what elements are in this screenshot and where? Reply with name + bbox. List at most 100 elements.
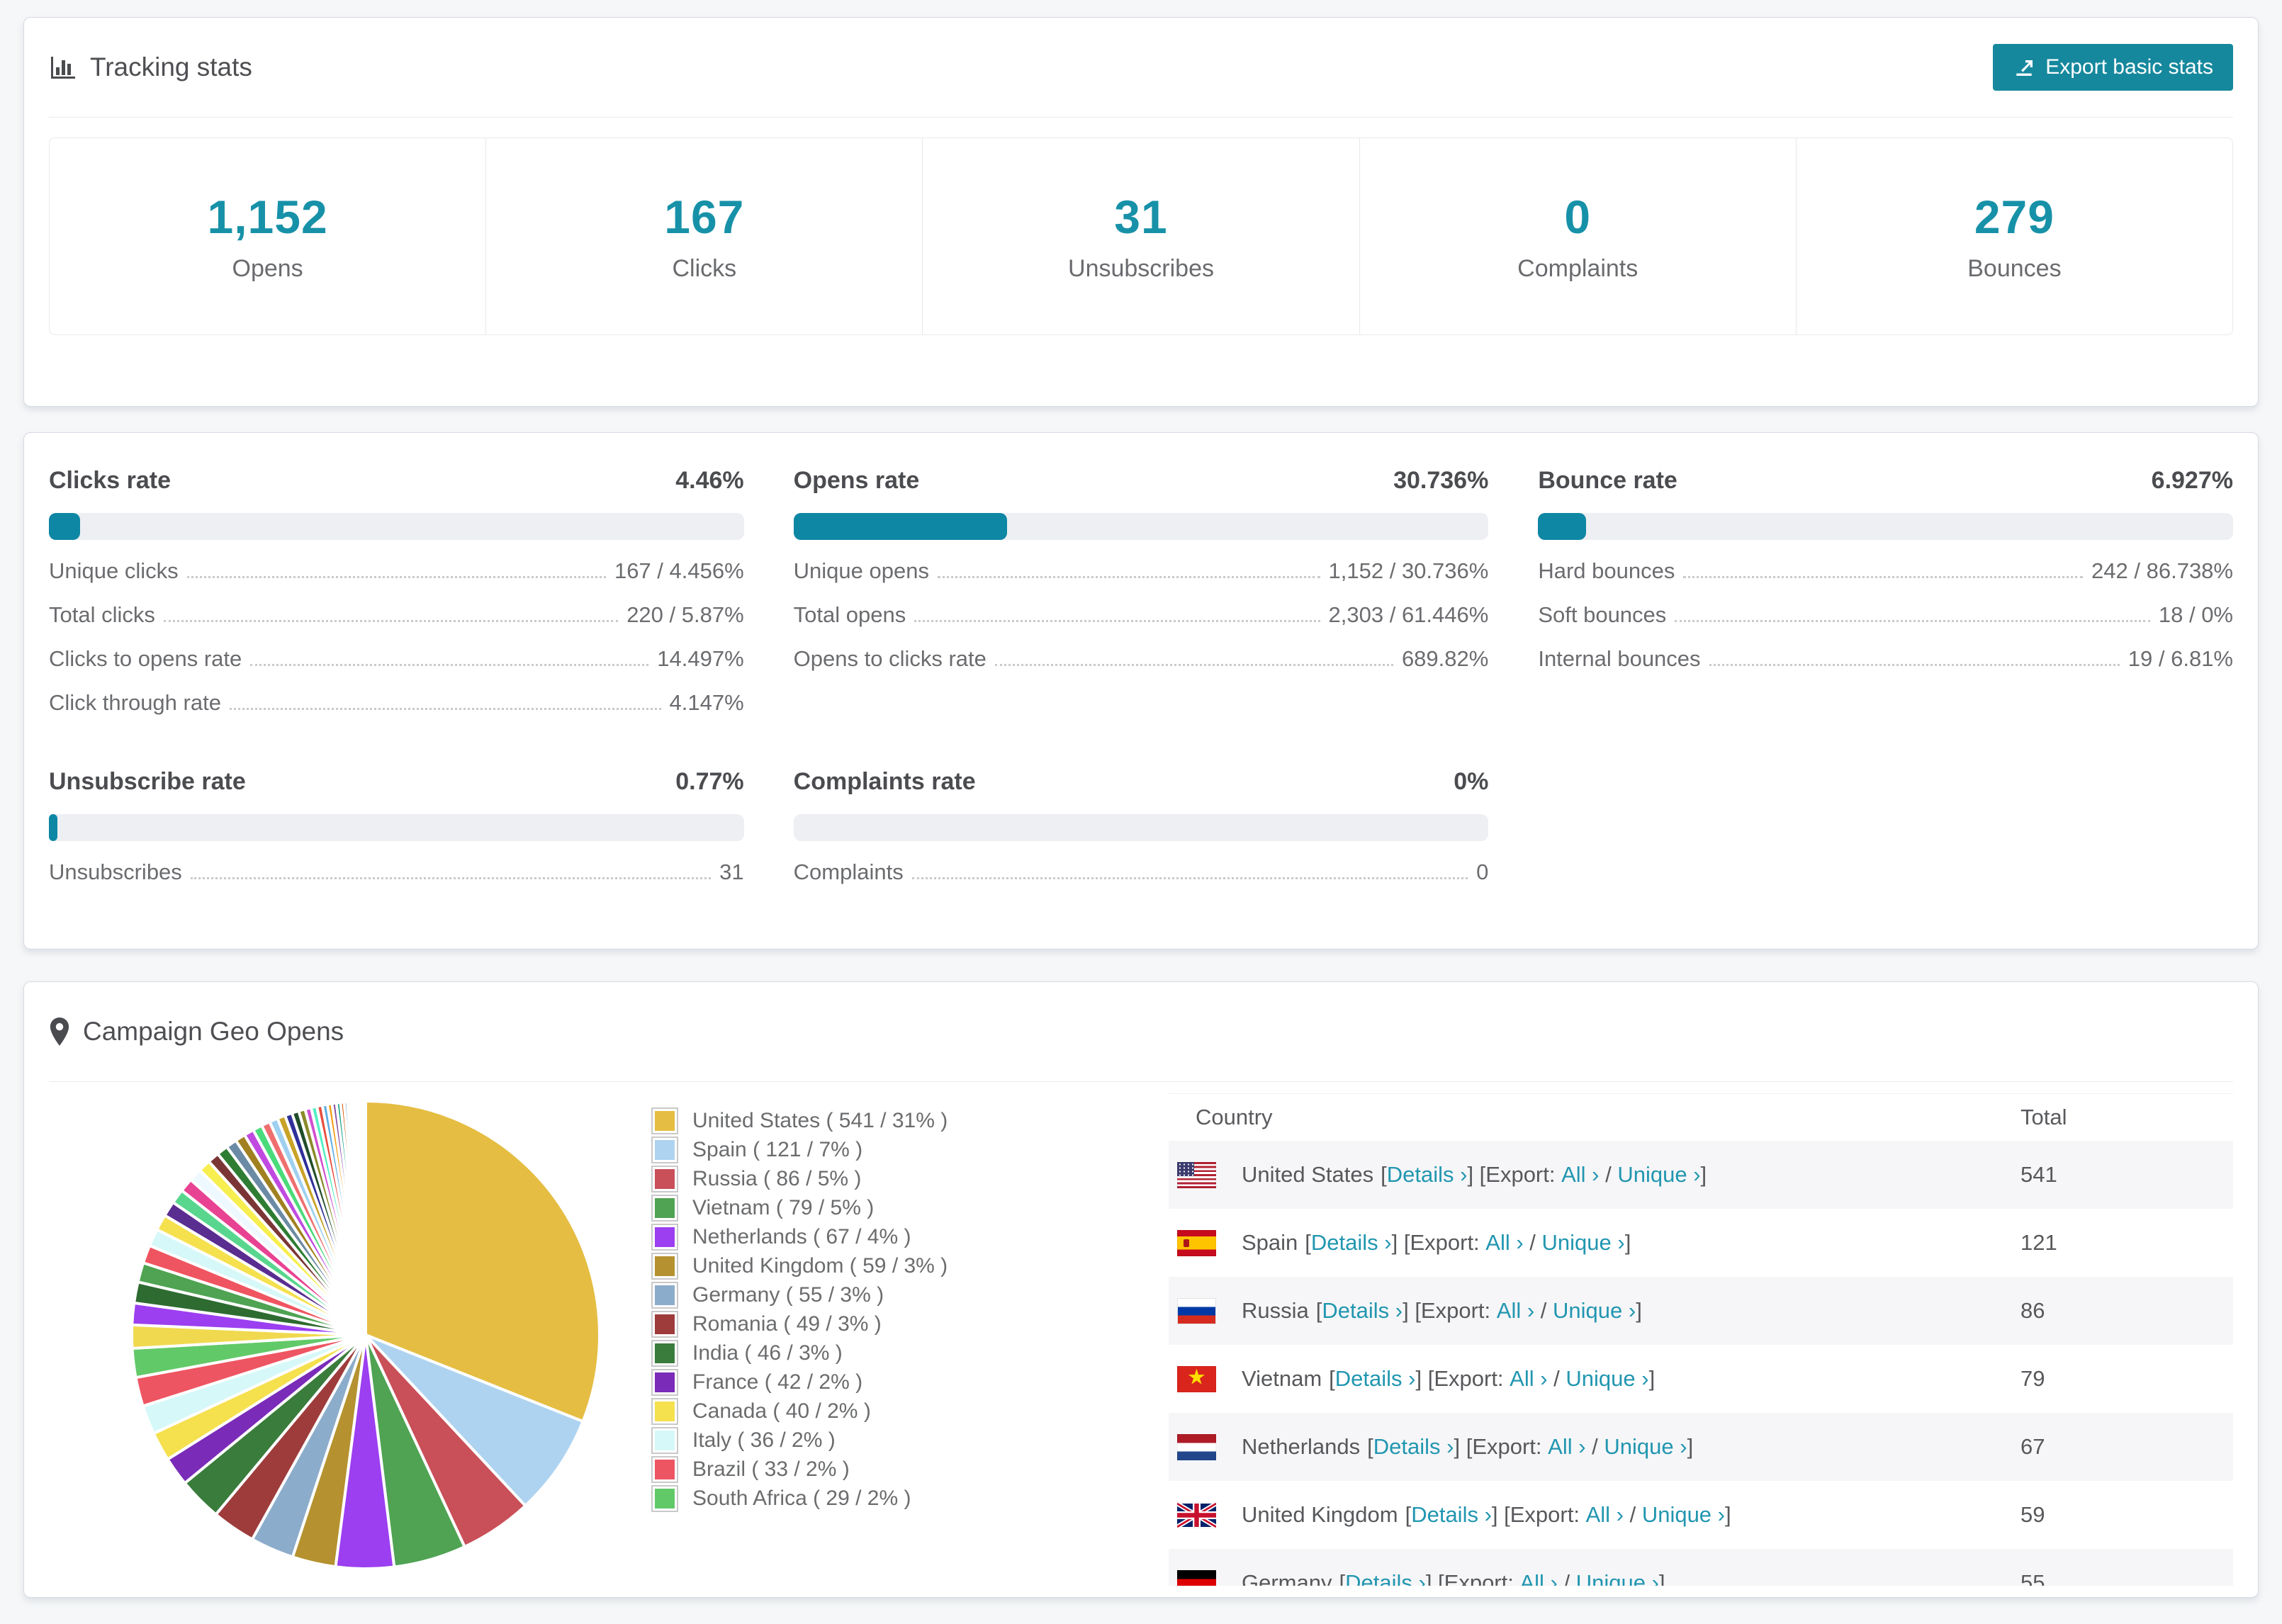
export-all-link[interactable]: All ›	[1548, 1434, 1585, 1460]
rate-block-unsubscribe-rate: Unsubscribe rate 0.77% Unsubscribes 31	[49, 768, 744, 885]
legend-item[interactable]: Netherlands ( 67 / 4% )	[651, 1222, 1006, 1251]
stat-label: Unsubscribes	[1068, 255, 1214, 282]
export-unique-link[interactable]: Unique ›	[1542, 1230, 1625, 1256]
bracket: [	[1315, 1298, 1322, 1323]
rates-card: Clicks rate 4.46% Unique clicks 167 / 4.456…	[23, 432, 2259, 949]
dotted-leader	[994, 664, 1393, 666]
total-cell: 541	[2020, 1162, 2057, 1187]
rate-row: Click through rate 4.147%	[49, 690, 744, 716]
bracket: ] [Export:	[1454, 1434, 1548, 1459]
rate-row-label: Internal bounces	[1538, 646, 1701, 671]
details-link[interactable]: Details ›	[1335, 1366, 1416, 1392]
stat-value: 167	[664, 191, 745, 243]
details-link[interactable]: Details ›	[1311, 1230, 1392, 1256]
bracket: ] [Export:	[1425, 1570, 1520, 1586]
rate-row-value: 220 / 5.87%	[626, 602, 744, 627]
export-unique-link[interactable]: Unique ›	[1617, 1162, 1700, 1188]
stat-value: 31	[1114, 191, 1168, 243]
progress-bar	[793, 513, 1489, 540]
geo-content: United States ( 541 / 31% ) Spain ( 121 /…	[49, 1082, 2233, 1586]
dotted-leader	[229, 708, 661, 710]
export-all-link[interactable]: All ›	[1510, 1366, 1547, 1392]
bracket: [	[1381, 1162, 1387, 1187]
rate-title: Complaints rate	[793, 768, 976, 795]
geo-table-body: United States[Details ›] [Export: All › …	[1169, 1141, 2233, 1586]
export-basic-stats-button[interactable]: Export basic stats	[1993, 44, 2233, 91]
rate-head: Opens rate 30.736%	[794, 467, 1489, 495]
country-name: Russia	[1242, 1298, 1309, 1323]
export-unique-link[interactable]: Unique ›	[1604, 1434, 1687, 1460]
legend-item[interactable]: Brazil ( 33 / 2% )	[651, 1455, 1006, 1484]
legend-item[interactable]: Russia ( 86 / 5% )	[651, 1164, 1006, 1193]
geo-table-row: Russia[Details ›] [Export: All › / Uniqu…	[1169, 1277, 2233, 1345]
legend-item[interactable]: Italy ( 36 / 2% )	[651, 1426, 1006, 1455]
rate-row: Unique clicks 167 / 4.456%	[49, 558, 744, 584]
country-cell: Netherlands[Details ›] [Export: All › / …	[1169, 1433, 2020, 1460]
export-unique-link[interactable]: Unique ›	[1642, 1502, 1725, 1528]
rate-row: Hard bounces 242 / 86.738%	[1538, 558, 2233, 584]
details-link[interactable]: Details ›	[1345, 1570, 1426, 1586]
legend-label: France ( 42 / 2% )	[692, 1370, 863, 1394]
legend-item[interactable]: Spain ( 121 / 7% )	[651, 1135, 1006, 1164]
map-pin-icon	[50, 1017, 69, 1046]
rate-block-complaints-rate: Complaints rate 0% Complaints 0	[793, 768, 1489, 885]
legend-swatch-icon	[651, 1136, 678, 1163]
total-column-header: Total	[2020, 1105, 2067, 1129]
legend-item[interactable]: Germany ( 55 / 3% )	[651, 1280, 1006, 1309]
rate-row: Soft bounces 18 / 0%	[1538, 602, 2233, 628]
dotted-leader	[1675, 620, 2150, 622]
details-link[interactable]: Details ›	[1322, 1298, 1403, 1324]
geo-table-row: Spain [Details ›] [Export: All › / Unique…	[1169, 1209, 2233, 1277]
export-basic-stats-label: Export basic stats	[2045, 55, 2213, 79]
stat-label: Bounces	[1967, 255, 2062, 282]
rate-block-bounce-rate: Bounce rate 6.927% Hard bounces 242 / 86.73…	[1538, 467, 2233, 716]
slash: /	[1534, 1298, 1553, 1323]
geo-table-row: Germany [Details ›] [Export: All › / Uniq…	[1169, 1549, 2233, 1586]
details-link[interactable]: Details ›	[1387, 1162, 1468, 1188]
progress-bar	[49, 513, 744, 540]
progress-bar-fill	[49, 513, 80, 540]
rate-row-label: Unsubscribes	[49, 859, 182, 884]
slash: /	[1547, 1366, 1566, 1391]
country-cell: Spain [Details ›] [Export: All › / Unique…	[1169, 1229, 2020, 1256]
rate-rows: Complaints 0	[794, 859, 1489, 885]
legend-item[interactable]: Vietnam ( 79 / 5% )	[651, 1193, 1006, 1222]
export-all-link[interactable]: All ›	[1586, 1502, 1624, 1528]
legend-item[interactable]: Canada ( 40 / 2% )	[651, 1397, 1006, 1426]
country-name: Vietnam	[1242, 1366, 1322, 1391]
stat-label: Complaints	[1517, 255, 1639, 282]
page-title: Tracking stats	[90, 52, 252, 81]
tracking-stats-card: Tracking stats Export basic stats 1,152 O…	[23, 17, 2259, 407]
export-unique-link[interactable]: Unique ›	[1553, 1298, 1636, 1324]
export-unique-link[interactable]: Unique ›	[1576, 1570, 1659, 1586]
export-unique-link[interactable]: Unique ›	[1566, 1366, 1648, 1392]
rate-row: Clicks to opens rate 14.497%	[49, 646, 744, 672]
legend-swatch-icon	[651, 1397, 678, 1425]
legend-item[interactable]: India ( 46 / 3% )	[651, 1338, 1006, 1368]
legend-item[interactable]: United States ( 541 / 31% )	[651, 1106, 1006, 1135]
legend-item[interactable]: United Kingdom ( 59 / 3% )	[651, 1251, 1006, 1280]
rate-row: Total clicks 220 / 5.87%	[49, 602, 744, 628]
export-all-link[interactable]: All ›	[1485, 1230, 1523, 1256]
geo-opens-title: Campaign Geo Opens	[83, 1017, 344, 1046]
export-all-link[interactable]: All ›	[1561, 1162, 1599, 1188]
dotted-leader	[937, 576, 1320, 578]
export-all-link[interactable]: All ›	[1497, 1298, 1534, 1324]
rate-row-value: 242 / 86.738%	[2091, 558, 2233, 583]
legend-item[interactable]: South Africa ( 29 / 2% )	[651, 1484, 1006, 1513]
geo-table-row: United States[Details ›] [Export: All › …	[1169, 1141, 2233, 1209]
legend-label: South Africa ( 29 / 2% )	[692, 1486, 911, 1510]
export-all-link[interactable]: All ›	[1519, 1570, 1557, 1586]
details-link[interactable]: Details ›	[1373, 1434, 1454, 1460]
legend-label: Canada ( 40 / 2% )	[692, 1399, 871, 1423]
legend-item[interactable]: France ( 42 / 2% )	[651, 1368, 1006, 1397]
country-cell: Russia[Details ›] [Export: All › / Uniqu…	[1169, 1297, 2020, 1324]
bracket: ] [Export:	[1391, 1230, 1486, 1255]
rate-row: Complaints 0	[794, 859, 1489, 885]
rate-row-value: 14.497%	[657, 646, 744, 671]
legend-item[interactable]: Romania ( 49 / 3% )	[651, 1309, 1006, 1338]
stat-tile-clicks: 167 Clicks	[486, 138, 923, 334]
country-cell: Germany [Details ›] [Export: All › / Uniq…	[1169, 1569, 2020, 1586]
rate-head: Complaints rate 0%	[794, 768, 1489, 796]
details-link[interactable]: Details ›	[1411, 1502, 1492, 1528]
